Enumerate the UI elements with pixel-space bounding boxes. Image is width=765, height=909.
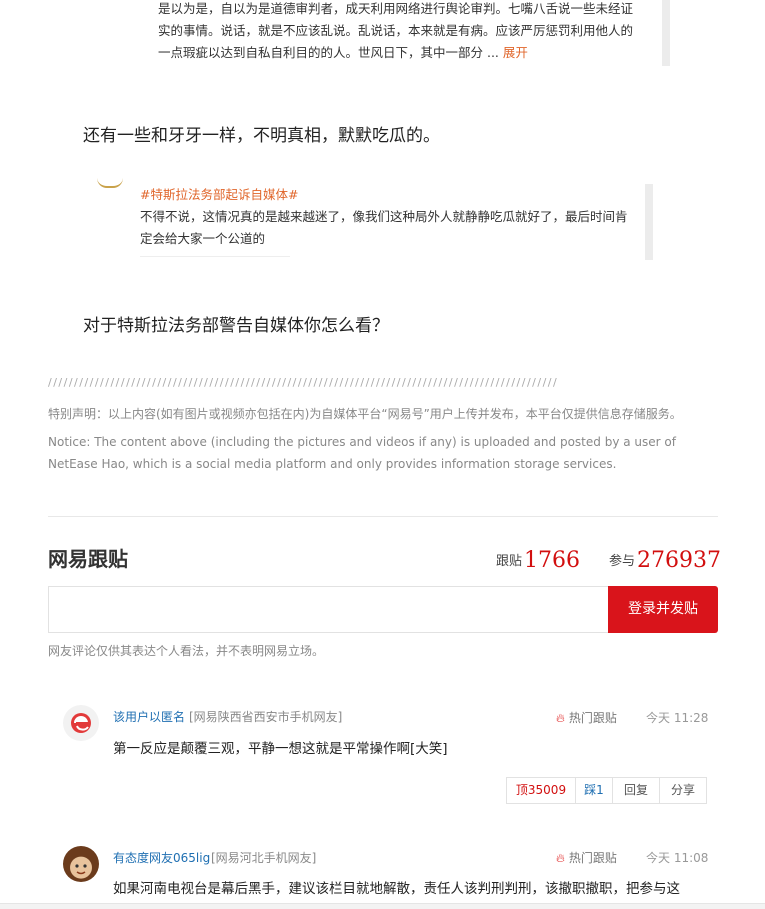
hot-label: 热门跟贴 — [568, 711, 617, 725]
quoted-comment-card: 是以为是，自以为是道德审判者，成天利用网络进行舆论审判。七嘴八舌说一些未经证实的… — [140, 0, 670, 66]
statement-en: Notice: The content above (including the… — [48, 435, 676, 471]
card-side-bar — [662, 0, 670, 66]
comment-location: [网易陕西省西安市手机网友] — [189, 710, 343, 724]
flame-icon: 🔥︎ — [556, 711, 565, 725]
avatar-edge — [97, 178, 123, 188]
follow-count: 1766 — [524, 548, 581, 573]
comment-time: 今天 11:28 — [646, 711, 709, 725]
upvote-button[interactable]: 顶35009 — [507, 778, 576, 803]
comment-username[interactable]: 有态度网友065lig — [113, 849, 210, 866]
statement-cn: 特别声明：以上内容(如有图片或视频亦包括在内)为自媒体平台“网易号”用户上传并发… — [48, 407, 682, 421]
article-paragraph: 还有一些和牙牙一样，不明真相，默默吃瓜的。 — [83, 126, 440, 146]
share-button[interactable]: 分享 — [660, 778, 706, 803]
comment-input[interactable] — [49, 587, 608, 632]
comment-actions: 顶35009 踩1 回复 分享 — [506, 777, 707, 804]
follow-label: 跟贴 — [496, 554, 523, 569]
hot-comment-badge: 🔥︎ 热门跟贴 — [556, 849, 617, 866]
comment-time: 今天 11:08 — [646, 851, 709, 865]
hot-label: 热门跟贴 — [568, 851, 617, 865]
quoted-post-card: #特斯拉法务部起诉自媒体# 不得不说，这情况真的是越来越迷了，像我们这种局外人就… — [97, 178, 653, 260]
join-label: 参与 — [609, 554, 636, 569]
hot-comment-badge: 🔥︎ 热门跟贴 — [556, 709, 617, 726]
comments-title: 网易跟贴 — [48, 547, 128, 571]
expand-link[interactable]: 展开 — [503, 45, 528, 60]
cartoon-avatar-icon — [75, 864, 87, 875]
login-post-button[interactable]: 登录并发贴 — [608, 586, 718, 633]
quoted-post-text: 不得不说，这情况真的是越来越迷了，像我们这种局外人就静静吃瓜就好了，最后时间肯定… — [140, 209, 628, 246]
join-count: 276937 — [637, 548, 721, 573]
topic-tag[interactable]: #特斯拉法务部起诉自媒体# — [140, 184, 298, 203]
downvote-button[interactable]: 踩1 — [576, 778, 613, 803]
follow-count-stat[interactable]: 跟贴1766 — [496, 548, 580, 573]
reply-button[interactable]: 回复 — [613, 778, 660, 803]
comments-disclaimer: 网友评论仅供其表达个人看法，并不表明网易立场。 — [48, 644, 325, 658]
quoted-comment-text: 是以为是，自以为是道德审判者，成天利用网络进行舆论审判。七嘴八舌说一些未经证实的… — [158, 1, 634, 60]
comment-username[interactable]: 该用户以匿名 — [113, 708, 185, 725]
netease-logo-icon — [71, 713, 91, 733]
user-avatar[interactable] — [63, 846, 99, 882]
card-side-bar — [645, 184, 653, 260]
divider-line: ////////////////////////////////////////… — [48, 376, 559, 389]
page-bottom-edge — [0, 903, 765, 909]
comment-text: 第一反应是颠覆三观，平静一想这就是平常操作啊[大笑] — [113, 741, 448, 757]
comment-text: 如果河南电视台是幕后黑手，建议该栏目就地解散，责任人该判刑判刑，该撤职撤职，把参… — [113, 881, 680, 897]
card-bottom-line — [140, 256, 290, 257]
flame-icon: 🔥︎ — [556, 851, 565, 865]
comment-location: [网易河北手机网友] — [211, 851, 317, 865]
join-count-stat: 参与276937 — [609, 548, 721, 573]
comment-input-box[interactable] — [48, 586, 608, 633]
user-avatar[interactable] — [63, 705, 99, 741]
article-question: 对于特斯拉法务部警告自媒体你怎么看？ — [83, 316, 389, 336]
section-divider — [48, 516, 718, 517]
